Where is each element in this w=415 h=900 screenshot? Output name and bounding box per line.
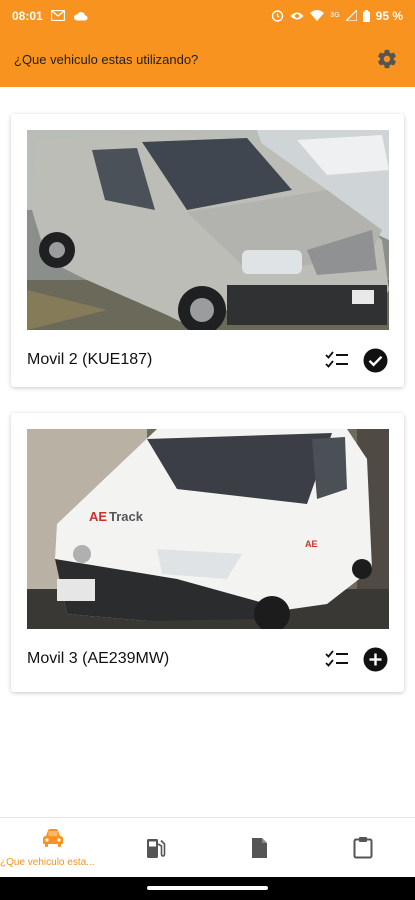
vehicle-photo: AE Track AE: [27, 429, 389, 629]
system-navigation-area: [0, 877, 415, 900]
page-title: ¿Que vehiculo estas utilizando?: [14, 51, 199, 67]
battery-icon: [362, 9, 370, 22]
status-bar: 08:01 3G 95 %: [0, 0, 415, 31]
gmail-icon: [50, 10, 65, 21]
svg-text:AE: AE: [89, 509, 107, 524]
svg-text:AE: AE: [305, 539, 318, 549]
document-icon: [251, 837, 267, 858]
vehicle-name: Movil 3 (AE239MW): [27, 650, 170, 667]
add-circle-icon: [363, 647, 387, 671]
nav-item-document[interactable]: [208, 818, 312, 877]
select-vehicle-button[interactable]: [362, 646, 388, 672]
signal-icon: [345, 10, 357, 21]
selected-status-button[interactable]: [362, 347, 388, 373]
nav-item-fuel[interactable]: [104, 818, 208, 877]
nav-item-vehicle[interactable]: ¿Que vehiculo esta...: [0, 818, 104, 877]
fuel-pump-icon: [146, 838, 165, 858]
vehicle-card[interactable]: AE Track AE Movil 3 (AE239MW): [11, 413, 404, 692]
vehicle-list: Movil 2 (KUE187) AE Track AE Movil 3 (AE…: [0, 87, 415, 817]
nav-item-clipboard[interactable]: [311, 818, 415, 877]
settings-button[interactable]: [373, 45, 401, 73]
eye-icon: [290, 11, 304, 21]
battery-level: 95 %: [375, 8, 403, 23]
gear-icon: [378, 49, 396, 69]
car-icon: [42, 828, 64, 853]
check-circle-icon: [363, 348, 387, 372]
checklist-icon: [325, 650, 348, 667]
svg-text:Track: Track: [109, 509, 144, 524]
checklist-button[interactable]: [324, 646, 350, 672]
vehicle-photo: [27, 130, 389, 330]
bottom-navigation: ¿Que vehiculo esta...: [0, 817, 415, 877]
alarm-icon: [271, 9, 284, 22]
network-type: 3G: [330, 12, 340, 19]
checklist-icon: [325, 351, 348, 368]
vehicle-card-footer: Movil 3 (AE239MW): [27, 647, 388, 671]
nav-item-label: ¿Que vehiculo esta...: [0, 856, 95, 868]
vehicle-card-footer: Movil 2 (KUE187): [27, 348, 388, 372]
wifi-icon: [310, 10, 325, 21]
checklist-button[interactable]: [324, 347, 350, 373]
vehicle-card[interactable]: Movil 2 (KUE187): [11, 114, 404, 387]
cloud-icon: [73, 11, 88, 21]
gesture-handle[interactable]: [147, 886, 268, 890]
status-time: 08:01: [12, 8, 43, 23]
vehicle-name: Movil 2 (KUE187): [27, 351, 153, 368]
app-bar: ¿Que vehiculo estas utilizando?: [0, 31, 415, 87]
clipboard-icon: [353, 837, 373, 859]
